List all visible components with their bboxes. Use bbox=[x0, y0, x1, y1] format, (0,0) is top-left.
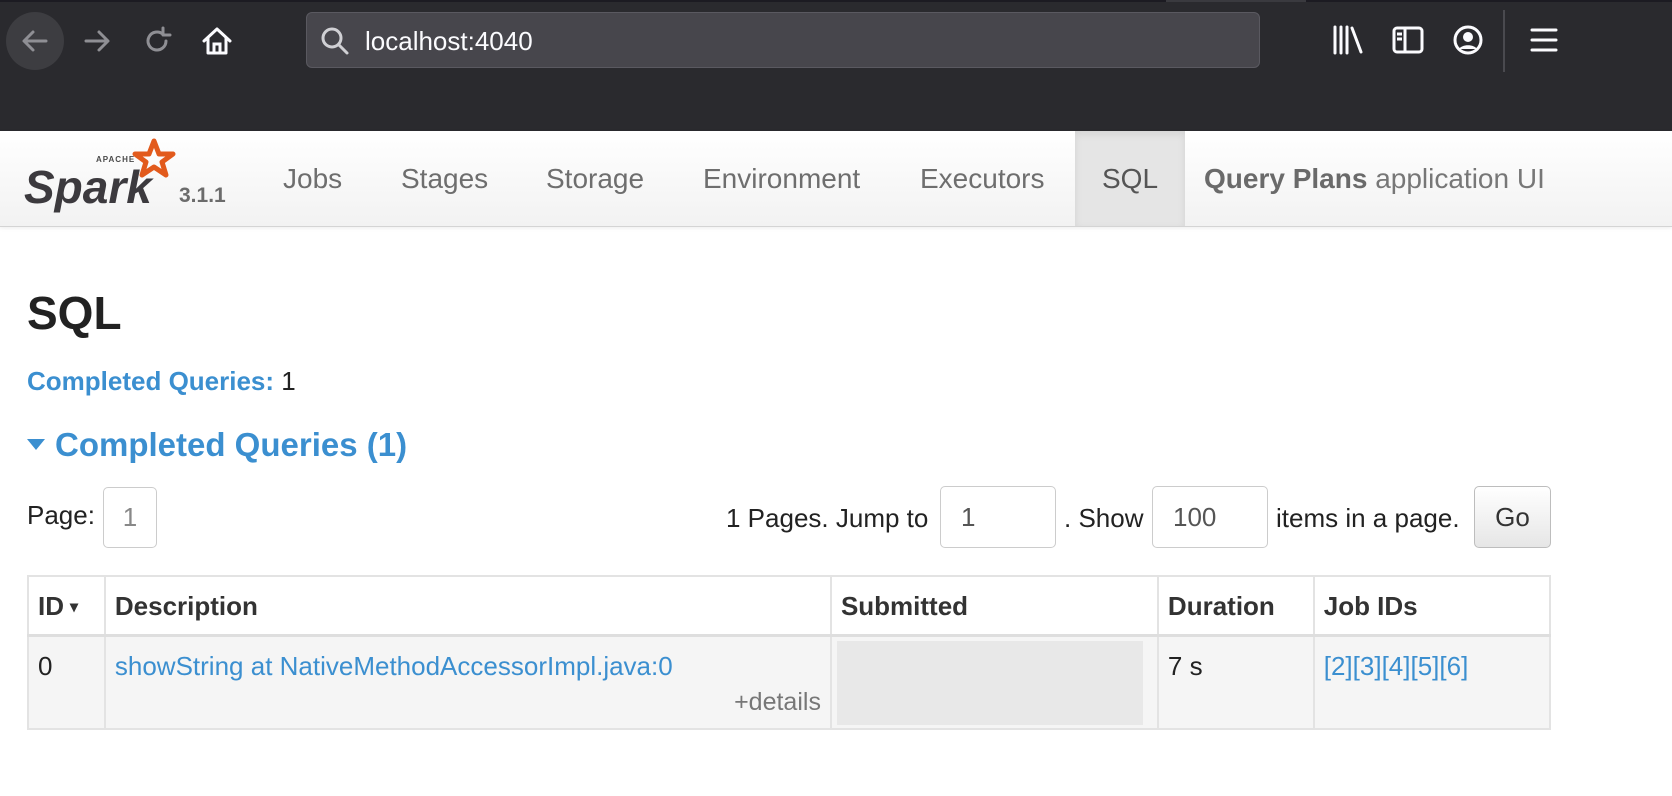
tab-strip bbox=[0, 0, 1672, 2]
column-header-id-label: ID bbox=[38, 591, 64, 621]
items-text: items in a page. bbox=[1276, 503, 1460, 533]
nav-environment[interactable]: Environment bbox=[703, 131, 860, 226]
completed-queries-toggle[interactable]: Completed Queries (1) bbox=[27, 426, 407, 464]
collapse-arrow-icon bbox=[27, 438, 45, 450]
toolbar-separator bbox=[1503, 10, 1505, 72]
summary-completed-queries: Completed Queries: 1 bbox=[27, 366, 296, 397]
show-text: . Show bbox=[1064, 503, 1144, 533]
nav-sql[interactable]: SQL bbox=[1075, 131, 1185, 226]
nav-executors[interactable]: Executors bbox=[920, 131, 1045, 226]
section-title: Completed Queries (1) bbox=[55, 426, 408, 463]
active-tab-indicator[interactable] bbox=[1166, 0, 1306, 2]
table-header-row: ID ▾ Description Submitted Duration Job I… bbox=[27, 575, 1552, 637]
back-arrow-icon bbox=[22, 30, 48, 52]
column-header-job-ids[interactable]: Job IDs bbox=[1312, 575, 1552, 637]
home-icon bbox=[202, 27, 232, 55]
sort-desc-icon: ▾ bbox=[70, 599, 79, 616]
address-bar[interactable]: localhost:4040 bbox=[306, 12, 1260, 68]
cell-duration: 7 s bbox=[1156, 634, 1315, 730]
page-title: SQL bbox=[27, 287, 122, 339]
column-header-id[interactable]: ID ▾ bbox=[27, 575, 106, 637]
account-icon[interactable] bbox=[1450, 22, 1486, 58]
page-number-1[interactable]: 1 bbox=[103, 487, 157, 548]
library-icon[interactable] bbox=[1330, 22, 1366, 58]
browser-toolbar: localhost:4040 bbox=[0, 0, 1672, 131]
spark-navbar: APACHE Spark 3.1.1 Jobs Stages Storage E… bbox=[0, 131, 1672, 227]
job-link-3[interactable]: [3] bbox=[1353, 651, 1382, 681]
details-toggle[interactable]: +details bbox=[115, 688, 821, 717]
cell-description: showString at NativeMethodAccessorImpl.j… bbox=[103, 634, 832, 730]
queries-table: ID ▾ Description Submitted Duration Job I… bbox=[27, 575, 1552, 730]
cell-id: 0 bbox=[27, 634, 106, 730]
submitted-value bbox=[836, 640, 1143, 725]
url-text: localhost:4040 bbox=[365, 26, 533, 56]
go-button[interactable]: Go bbox=[1474, 486, 1551, 548]
job-link-2[interactable]: [2] bbox=[1324, 651, 1353, 681]
nav-storage[interactable]: Storage bbox=[546, 131, 644, 226]
app-title: Query Plans application UI bbox=[1204, 131, 1545, 226]
search-icon bbox=[321, 27, 349, 55]
column-header-submitted[interactable]: Submitted bbox=[829, 575, 1159, 637]
completed-queries-count: 1 bbox=[281, 366, 296, 396]
nav-jobs[interactable]: Jobs bbox=[283, 131, 342, 226]
back-button[interactable] bbox=[6, 12, 64, 70]
description-link[interactable]: showString at NativeMethodAccessorImpl.j… bbox=[115, 651, 673, 681]
forward-arrow-icon bbox=[84, 30, 110, 52]
forward-button[interactable] bbox=[68, 12, 126, 70]
app-title-suffix: application UI bbox=[1375, 163, 1545, 194]
sidebar-icon[interactable] bbox=[1390, 22, 1426, 58]
job-link-6[interactable]: [6] bbox=[1439, 651, 1468, 681]
reload-button[interactable] bbox=[128, 12, 186, 70]
cell-submitted bbox=[829, 634, 1159, 730]
column-header-description[interactable]: Description bbox=[103, 575, 832, 637]
job-link-4[interactable]: [4] bbox=[1382, 651, 1411, 681]
app-name: Query Plans bbox=[1204, 163, 1368, 194]
column-header-duration[interactable]: Duration bbox=[1156, 575, 1315, 637]
nav-stages[interactable]: Stages bbox=[401, 131, 488, 226]
reload-icon bbox=[146, 26, 172, 52]
menu-icon[interactable] bbox=[1528, 22, 1560, 58]
table-row: 0 showString at NativeMethodAccessorImpl… bbox=[27, 634, 1552, 730]
spark-version: 3.1.1 bbox=[179, 184, 226, 207]
page-size-input[interactable] bbox=[1152, 486, 1268, 548]
home-button[interactable] bbox=[188, 12, 246, 70]
svg-text:Spark: Spark bbox=[24, 161, 154, 213]
cell-job-ids: [2][3][4][5][6] bbox=[1312, 634, 1552, 730]
jump-to-page-input[interactable] bbox=[940, 486, 1056, 548]
job-link-5[interactable]: [5] bbox=[1411, 651, 1440, 681]
completed-queries-link[interactable]: Completed Queries: bbox=[27, 366, 274, 396]
pages-text: 1 Pages. Jump to bbox=[726, 503, 929, 533]
page-label: Page: bbox=[27, 500, 95, 530]
